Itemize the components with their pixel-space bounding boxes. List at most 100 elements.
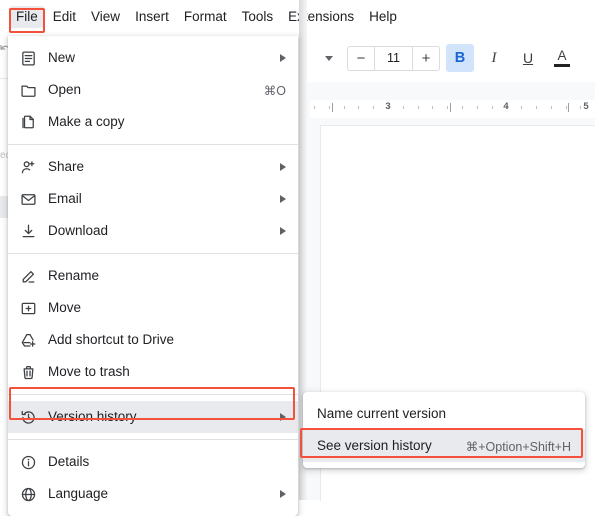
submenu-arrow-icon [280, 163, 286, 171]
ruler-major-tick [332, 103, 333, 112]
menu-item-download[interactable]: Download [8, 215, 298, 247]
pencil-icon [22, 270, 34, 283]
submenu-arrow-icon [280, 54, 286, 62]
menu-item-label: Open [48, 82, 82, 97]
ruler-tick [328, 106, 330, 109]
ruler-tick [476, 106, 478, 109]
new-document-icon [21, 50, 35, 66]
menu-item-move[interactable]: Move [8, 292, 298, 324]
menu-item-details[interactable]: Details [8, 446, 298, 478]
copy-icon [21, 115, 34, 128]
menubar-item-edit[interactable]: Edit [46, 6, 83, 28]
menubar-item-extensions[interactable]: Extensions [281, 6, 361, 28]
file-dropdown-menu: New Open ⌘O Make a copy Share Email Download Re… [8, 36, 298, 516]
ruler-tick [565, 106, 567, 109]
ruler-major-tick [568, 103, 569, 112]
menu-item-label: Make a copy [48, 114, 125, 129]
drive-shortcut-icon [8, 332, 48, 349]
trash-icon [8, 364, 48, 381]
menubar-item-format[interactable]: Format [177, 6, 234, 28]
menu-item-shortcut: ⌘O [263, 83, 286, 98]
submenu-arrow-icon [280, 195, 286, 203]
new-document-icon [8, 50, 48, 67]
drive-shortcut-icon [21, 333, 35, 347]
menu-item-email[interactable]: Email [8, 183, 298, 215]
pencil-icon [8, 268, 48, 285]
ruler-tick [358, 106, 360, 109]
envelope-icon [20, 193, 36, 205]
ruler-number: 5 [583, 101, 589, 112]
menu-separator [8, 144, 298, 145]
menu-item-label: Details [48, 454, 90, 469]
ruler-tick [491, 106, 493, 109]
menubar-item-view[interactable]: View [84, 6, 127, 28]
menu-item-version-history[interactable]: Version history [8, 401, 298, 433]
ruler-tick [521, 106, 523, 109]
menubar-item-help[interactable]: Help [362, 6, 404, 28]
google-docs-app: 345 al − 11 + B I U A FileEditViewInsert… [0, 0, 595, 516]
menu-item-rename[interactable]: Rename [8, 260, 298, 292]
person-add-icon [21, 160, 34, 173]
text-color-letter: A [557, 48, 567, 64]
info-icon [8, 454, 48, 471]
chevron-down-icon[interactable] [325, 55, 333, 61]
menu-item-label: New [48, 50, 76, 65]
increase-font-size-button[interactable]: + [413, 47, 439, 70]
envelope-icon [8, 191, 48, 208]
ruler-tick [402, 106, 404, 109]
ruler-tick [417, 106, 419, 109]
folder-move-icon [8, 300, 48, 317]
menu-item-label: Add shortcut to Drive [48, 332, 175, 347]
menu-item-move-to-trash[interactable]: Move to trash [8, 356, 298, 388]
menu-bar: File Edit View Insert Format Tools Extensions H… [0, 0, 595, 34]
download-icon [22, 224, 34, 237]
ruler-tick [314, 106, 315, 109]
submenu-item-name-current-version[interactable]: Name current version [303, 398, 585, 430]
ruler-tick [373, 106, 375, 109]
ruler-tick [432, 106, 434, 109]
trash-icon [23, 365, 33, 379]
submenu-arrow-icon [280, 413, 286, 421]
version-history-submenu: Name current version See version history ⌘… [303, 392, 585, 468]
menu-item-new[interactable]: New [8, 42, 298, 74]
person-add-icon [8, 159, 48, 176]
font-size-stepper[interactable]: − 11 + [347, 45, 440, 71]
font-size-value[interactable]: 11 [374, 46, 413, 70]
menu-item-open[interactable]: Open ⌘O [8, 74, 298, 106]
ruler-major-tick [450, 103, 451, 112]
italic-button[interactable]: I [480, 44, 508, 72]
submenu-item-shortcut: ⌘+Option+Shift+H [465, 439, 571, 454]
ruler-number: 4 [503, 101, 509, 112]
menu-item-label: Move to trash [48, 364, 130, 379]
folder-icon [8, 82, 48, 99]
menu-item-label: Download [48, 223, 109, 238]
download-icon [8, 223, 48, 240]
menu-item-language[interactable]: Language [8, 478, 298, 510]
bold-button[interactable]: B [446, 44, 474, 72]
submenu-arrow-icon [280, 490, 286, 498]
menubar-item-tools[interactable]: Tools [235, 6, 281, 28]
menu-separator [8, 253, 298, 254]
ruler-tick [580, 106, 582, 109]
history-clock-icon [21, 410, 35, 424]
menubar-item-insert[interactable]: Insert [128, 6, 176, 28]
text-color-button[interactable]: A [548, 44, 576, 72]
menu-item-share[interactable]: Share [8, 151, 298, 183]
folder-move-icon [21, 302, 35, 314]
horizontal-ruler[interactable]: 3 4 5 [310, 100, 595, 118]
text-color-swatch [554, 63, 570, 67]
menu-separator [8, 394, 298, 395]
ruler-tick [536, 106, 537, 109]
menubar-item-file[interactable]: File [9, 6, 45, 28]
menu-item-label: Move [48, 300, 82, 315]
ruler-tick [550, 106, 552, 109]
history-clock-icon [8, 409, 48, 426]
menu-item-label: Email [48, 191, 82, 206]
info-icon [21, 455, 35, 469]
decrease-font-size-button[interactable]: − [348, 47, 374, 70]
ruler-tick [462, 106, 463, 109]
menu-item-make-a-copy[interactable]: Make a copy [8, 106, 298, 138]
menu-item-add-shortcut-to-drive[interactable]: Add shortcut to Drive [8, 324, 298, 356]
underline-button[interactable]: U [514, 44, 542, 72]
submenu-item-see-version-history[interactable]: See version history ⌘+Option+Shift+H [303, 430, 585, 462]
